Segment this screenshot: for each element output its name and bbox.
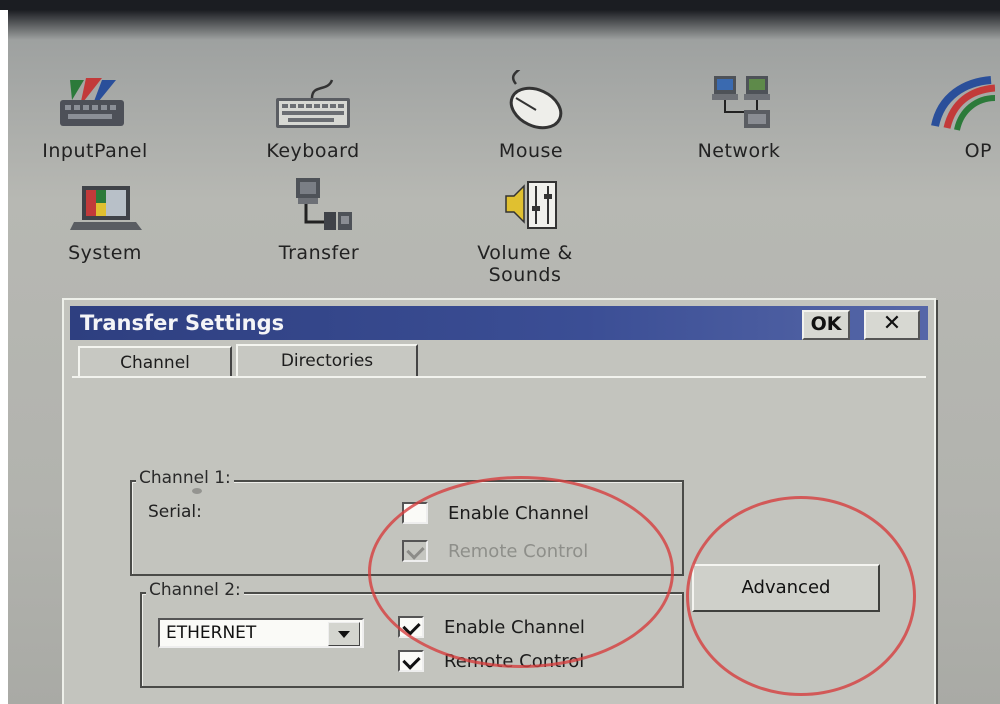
desktop-icon-label: Network — [697, 140, 781, 162]
keyboard-icon — [238, 74, 388, 132]
system-icon — [30, 176, 180, 234]
checkbox-label: Remote Control — [444, 650, 585, 672]
desktop-icon-mouse[interactable]: Mouse — [456, 70, 606, 162]
advanced-button[interactable]: Advanced — [692, 564, 880, 612]
channel-1-enable-checkbox[interactable]: Enable Channel — [402, 502, 589, 524]
serial-label: Serial: — [148, 502, 202, 522]
channel-1-group: Channel 1: Serial: Enable Channel Remote… — [130, 468, 684, 576]
checkbox-box[interactable] — [398, 650, 424, 672]
checkbox-box[interactable] — [398, 616, 424, 638]
network-icon — [664, 74, 814, 132]
checkbox-label: Remote Control — [448, 540, 589, 562]
combobox-value: ETHERNET — [166, 623, 257, 643]
channel-2-title: Channel 2: — [146, 580, 244, 600]
dialog-title: Transfer Settings — [80, 311, 285, 335]
channel-2-enable-checkbox[interactable]: Enable Channel — [398, 616, 585, 638]
desktop-icon-label: Keyboard — [266, 140, 360, 162]
op-icon — [900, 74, 1000, 132]
transfer-settings-dialog: Transfer Settings OK ✕ Channel Directori… — [62, 298, 936, 704]
desktop-icon-label: System — [68, 242, 142, 264]
channel-2-remote-checkbox[interactable]: Remote Control — [398, 650, 584, 672]
input-panel-icon — [20, 74, 170, 132]
tab-directories[interactable]: Directories — [236, 344, 418, 376]
desktop-icon-system[interactable]: System — [30, 176, 180, 264]
channel-1-title: Channel 1: — [136, 468, 234, 488]
desktop-icon-volume-sounds[interactable]: Volume & Sounds — [450, 176, 600, 286]
ok-button[interactable]: OK — [802, 310, 850, 340]
channel-1-remote-checkbox: Remote Control — [402, 540, 588, 562]
desktop-icon-label: Transfer — [278, 242, 360, 264]
dialog-title-bar[interactable]: Transfer Settings OK ✕ — [70, 306, 928, 340]
checkbox-label: Enable Channel — [448, 502, 589, 524]
screen-photo: InputPanel Keyboard Mouse Network OP Sys… — [0, 0, 1000, 704]
channel-tab-pane: Channel 1: Serial: Enable Channel Remote… — [72, 376, 926, 704]
desktop-icon-op[interactable]: OP — [900, 74, 1000, 162]
volume-sounds-icon — [450, 176, 600, 234]
desktop-icon-inputpanel[interactable]: InputPanel — [20, 74, 170, 162]
desktop-icon-label: OP — [964, 140, 992, 162]
mouse-icon — [456, 70, 606, 132]
desktop-icon-keyboard[interactable]: Keyboard — [238, 74, 388, 162]
transfer-icon — [244, 176, 394, 234]
channel-2-combobox[interactable]: ETHERNET — [158, 618, 364, 648]
desktop-icon-label: Mouse — [498, 140, 564, 162]
tab-channel[interactable]: Channel — [78, 346, 232, 378]
chevron-down-icon[interactable] — [328, 622, 360, 646]
checkbox-label: Enable Channel — [444, 616, 585, 638]
desktop-icon-transfer[interactable]: Transfer — [244, 176, 394, 264]
close-icon[interactable]: ✕ — [864, 310, 920, 340]
channel-2-group: Channel 2: ETHERNET Enable Channel Remot… — [140, 580, 684, 688]
checkbox-box — [402, 540, 428, 562]
desktop-icon-network[interactable]: Network — [664, 74, 814, 162]
checkbox-box[interactable] — [402, 502, 428, 524]
desktop-icon-label: Volume & Sounds — [477, 242, 573, 286]
desktop-icon-label: InputPanel — [42, 140, 148, 162]
